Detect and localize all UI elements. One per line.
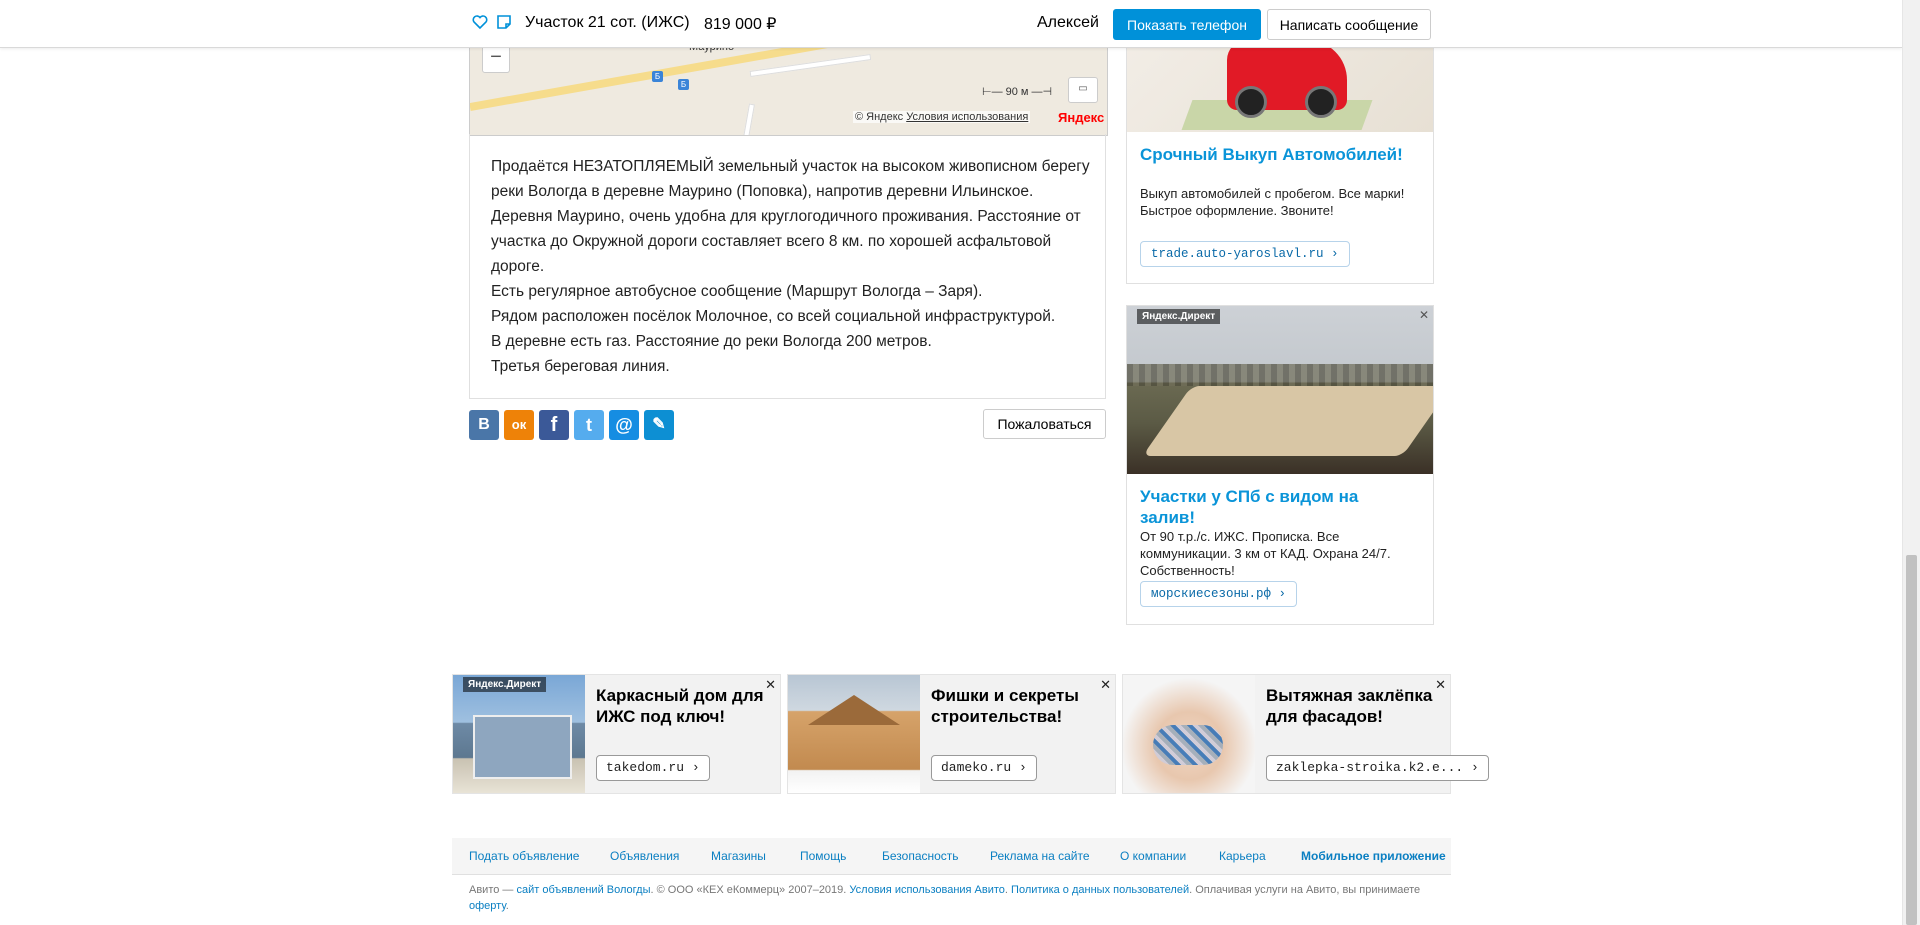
heart-outline-icon[interactable] — [471, 14, 489, 32]
write-message-button[interactable]: Написать сообщение — [1267, 9, 1431, 40]
map-scale: ⊢— 90 м —⊣ — [982, 86, 1053, 98]
description-text: Продаётся НЕЗАТОПЛЯЕМЫЙ земельный участо… — [491, 154, 1091, 379]
ad-image[interactable] — [788, 675, 920, 793]
share-livejournal-button[interactable]: ✎ — [644, 410, 674, 440]
ad-title[interactable]: Участки у СПб с видом на залив! — [1140, 486, 1370, 528]
yandex-direct-badge: Яндекс.Директ — [463, 677, 547, 692]
right-ad-plots[interactable]: Яндекс.Директ ✕ Участки у СПб с видом на… — [1126, 305, 1434, 625]
map-road — [470, 41, 885, 111]
show-phone-button[interactable]: Показать телефон — [1113, 9, 1261, 40]
ad-image[interactable] — [453, 675, 585, 793]
description-line: Продаётся НЕЗАТОПЛЯЕМЫЙ земельный участо… — [491, 158, 1090, 275]
seller-name[interactable]: Алексей — [1037, 14, 1099, 32]
close-icon[interactable]: ✕ — [1419, 308, 1429, 322]
ad-title[interactable]: Срочный Выкуп Автомобилей! — [1140, 145, 1403, 165]
map-copyright: © Яндекс Условия использования — [853, 111, 1031, 123]
footer-link-career[interactable]: Карьера — [1219, 849, 1266, 863]
ad-link[interactable]: trade.auto-yaroslavl.ru › — [1140, 241, 1350, 267]
ad-image[interactable] — [1127, 306, 1433, 474]
ad-link[interactable]: zaklepka-stroika.k2.e... › — [1266, 755, 1489, 781]
close-icon[interactable]: ✕ — [1100, 677, 1111, 693]
share-twitter-button[interactable]: t — [574, 410, 604, 440]
copyright-text: Авито — — [469, 884, 517, 896]
footer-link-about[interactable]: О компании — [1120, 849, 1186, 863]
note-icon[interactable] — [495, 14, 513, 32]
car-wheel — [1235, 86, 1267, 118]
ad-title[interactable]: Вытяжная заклёпка для фасадов! — [1266, 685, 1436, 727]
sticky-header: Участок 21 сот. (ИЖС) 819 000 ₽ Алексей … — [0, 0, 1902, 48]
ad-link[interactable]: морскиесезоны.рф › — [1140, 581, 1298, 607]
footer-link-security[interactable]: Безопасность — [882, 849, 959, 863]
bottom-ad-rivets[interactable]: Вытяжная заклёпка для фасадов! zaklepka-… — [1122, 674, 1489, 794]
car-wheel — [1305, 86, 1337, 118]
copyright: Авито — сайт объявлений Вологды. © ООО «… — [469, 882, 1429, 914]
copyright-text: . — [505, 900, 509, 912]
map-copyright-text: © Яндекс — [855, 111, 904, 123]
close-icon[interactable]: ✕ — [765, 677, 776, 693]
description-line: Рядом расположен посёлок Молочное, со вс… — [491, 308, 1056, 325]
copyright-site-link[interactable]: сайт объявлений Вологды — [516, 884, 650, 896]
listing-price: 819 000 ₽ — [704, 16, 777, 33]
copyright-text: . Оплачивая услуги на Авито, вы принимае… — [1189, 884, 1421, 896]
map[interactable]: Маурино − Б Б ⊢— 90 м —⊣ ▭ © Яндекс Усло… — [469, 40, 1108, 136]
house-image — [473, 715, 572, 779]
copyright-terms-link[interactable]: Условия использования Авито — [849, 884, 1005, 896]
footer-link-listings[interactable]: Объявления — [610, 849, 679, 863]
map-terms-link[interactable]: Условия использования — [906, 111, 1028, 123]
footer-link-help[interactable]: Помощь — [800, 849, 846, 863]
yandex-direct-badge: Яндекс.Директ — [1137, 309, 1221, 324]
scrollbar-thumb[interactable] — [1906, 555, 1917, 925]
share-vk-button[interactable]: В — [469, 410, 499, 440]
bus-stop-icon[interactable]: Б — [678, 79, 689, 90]
footer-nav: Подать объявление Объявления Магазины По… — [452, 838, 1451, 875]
sand-road — [1142, 386, 1433, 456]
roof-image — [808, 695, 900, 725]
ad-link[interactable]: dameko.ru › — [931, 755, 1037, 781]
page: Участок 21 сот. (ИЖС) 819 000 ₽ Алексей … — [0, 0, 1902, 925]
share-ok-button[interactable]: ок — [504, 410, 534, 440]
map-scale-value: 90 м — [1005, 86, 1029, 98]
bottom-ad-frame-house[interactable]: Яндекс.Директ Каркасный дом для ИЖС под … — [452, 674, 781, 794]
ad-title[interactable]: Фишки и секреты строительства! — [931, 685, 1101, 727]
ruler-icon[interactable]: ▭ — [1068, 77, 1098, 103]
zoom-out-button[interactable]: − — [482, 45, 510, 73]
share-facebook-button[interactable]: f — [539, 410, 569, 440]
ad-text: От 90 т.р./с. ИЖС. Прописка. Все коммуни… — [1140, 529, 1391, 578]
footer-link-shops[interactable]: Магазины — [711, 849, 766, 863]
ad-link[interactable]: takedom.ru › — [596, 755, 710, 781]
rivets-image — [1153, 725, 1223, 765]
bus-stop-icon[interactable]: Б — [652, 71, 663, 82]
copyright-text: . © ООО «КЕХ еКоммерц» 2007–2019. — [650, 884, 850, 896]
footer-link-advertising[interactable]: Реклама на сайте — [990, 849, 1090, 863]
ad-title[interactable]: Каркасный дом для ИЖС под ключ! — [596, 685, 766, 727]
tree-line — [1127, 364, 1433, 386]
ad-text: Выкуп автомобилей с пробегом. Все марки!… — [1140, 186, 1405, 218]
footer-link-post-ad[interactable]: Подать объявление — [469, 849, 579, 863]
scrollbar[interactable] — [1902, 0, 1920, 925]
complain-button[interactable]: Пожаловаться — [983, 409, 1106, 439]
car-image — [1227, 40, 1347, 118]
map-road — [738, 103, 755, 135]
description-line: Третья береговая линия. — [491, 358, 670, 375]
copyright-privacy-link[interactable]: Политика о данных пользователей — [1011, 884, 1189, 896]
yandex-logo[interactable]: Яндекс — [1058, 110, 1104, 125]
footer-link-mobile-app[interactable]: Мобильное приложение — [1301, 849, 1446, 863]
description-line: В деревне есть газ. Расстояние до реки В… — [491, 333, 932, 350]
copyright-offer-link[interactable]: оферту — [469, 900, 506, 912]
share-mail-button[interactable]: @ — [609, 410, 639, 440]
right-ad-auto[interactable]: Срочный Выкуп Автомобилей! Выкуп автомоб… — [1126, 40, 1434, 284]
description-line: Есть регулярное автобусное сообщение (Ма… — [491, 283, 983, 300]
ad-image[interactable] — [1123, 675, 1255, 793]
description: Продаётся НЕЗАТОПЛЯЕМЫЙ земельный участо… — [469, 134, 1106, 399]
ad-image[interactable] — [1127, 40, 1433, 132]
listing-title: Участок 21 сот. (ИЖС) — [525, 14, 690, 31]
close-icon[interactable]: ✕ — [1435, 677, 1446, 693]
bottom-ad-construction[interactable]: Фишки и секреты строительства! dameko.ru… — [787, 674, 1116, 794]
